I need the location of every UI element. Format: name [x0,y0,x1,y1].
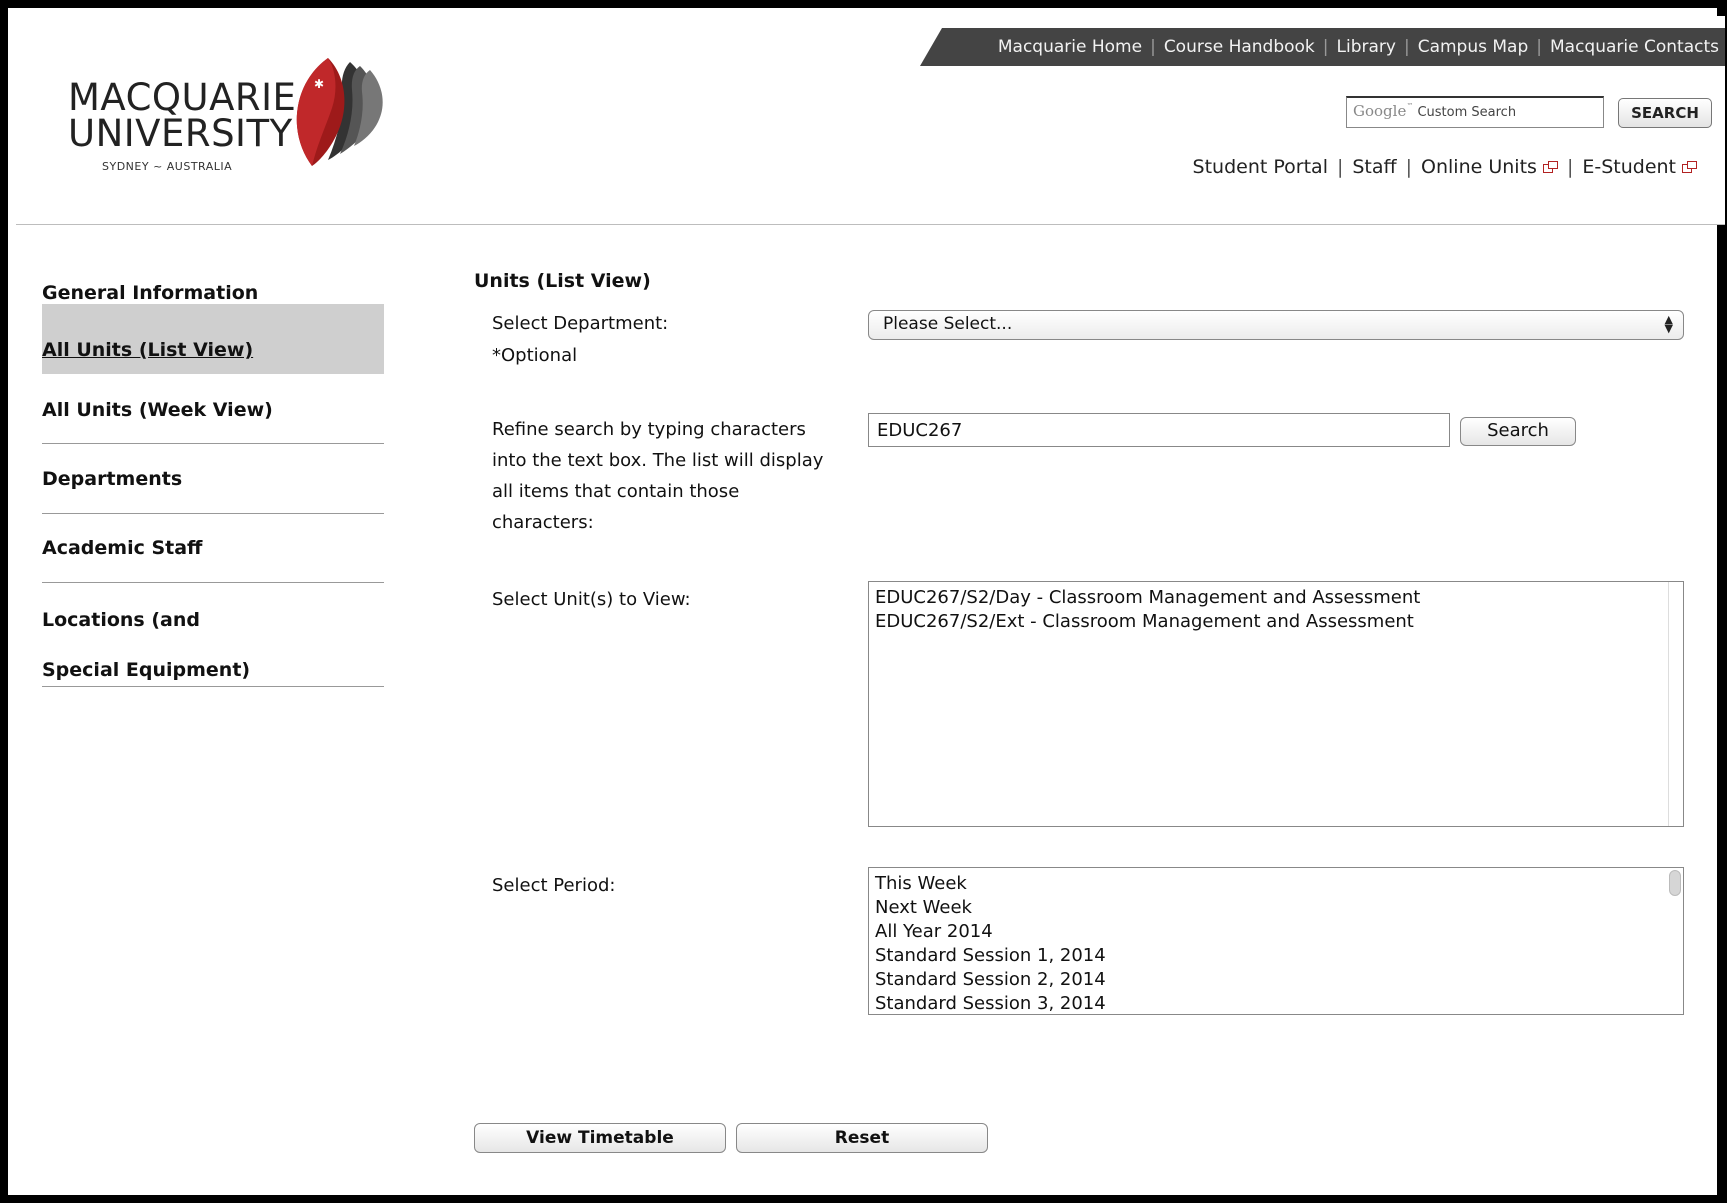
nav-separator: | [1405,156,1413,178]
nav-campus-map[interactable]: Campus Map [1418,37,1529,57]
list-item[interactable]: All Year 2014 [875,920,1677,944]
svg-text:✱: ✱ [314,77,324,91]
sidebar-item-label: General Information [42,282,259,304]
sidebar-item-label: Departments [42,468,183,490]
nav-separator: | [1336,156,1344,178]
search-button[interactable]: Search [1460,417,1576,446]
list-item[interactable]: Next Week [875,896,1677,920]
sidebar-item-academic-staff[interactable]: Academic Staff [42,514,384,583]
nav-e-student[interactable]: E-Student [1582,156,1697,178]
department-label: Select Department: [492,313,669,334]
logo-tagline: SYDNEY ~ AUSTRALIA [102,160,233,173]
sidebar-item-label: All Units (Week View) [42,399,273,421]
nav-separator: | [1322,37,1329,57]
sidebar-item-all-units-list-view[interactable]: All Units (List View) [42,304,384,374]
external-link-icon [1682,161,1697,174]
nav-separator: | [1536,37,1542,57]
list-item[interactable]: Standard Session 1, 2014 [875,944,1677,968]
period-listbox[interactable]: This Week Next Week All Year 2014 Standa… [868,867,1684,1015]
department-selected-value: Please Select... [883,314,1013,334]
university-logo[interactable]: MACQUARIE UNIVERSITY SYDNEY ~ AUSTRALIA … [54,56,414,186]
sidebar-item-all-units-week-view[interactable]: All Units (Week View) [42,374,384,444]
sidebar-item-departments[interactable]: Departments [42,444,384,514]
google-trademark: ™ [1406,102,1414,110]
nav-e-student-label: E-Student [1582,156,1676,178]
nav-online-units-label: Online Units [1421,156,1537,178]
nav-separator: | [1566,156,1574,178]
nav-student-portal[interactable]: Student Portal [1193,156,1328,178]
department-optional-note: *Optional [492,345,578,366]
site-header: MACQUARIE UNIVERSITY SYDNEY ~ AUSTRALIA … [16,16,1725,225]
view-timetable-button[interactable]: View Timetable [474,1123,726,1153]
units-select-label: Select Unit(s) to View: [492,589,691,610]
list-item[interactable]: EDUC267/S2/Ext - Classroom Management an… [875,610,1677,634]
listbox-scroll-track [1668,582,1669,826]
refine-search-input[interactable] [868,413,1450,447]
nav-separator: | [1403,37,1410,57]
period-select-label: Select Period: [492,875,616,896]
department-select[interactable]: Please Select... ▲ ▼ [868,310,1684,340]
listbox-scrollbar[interactable] [1669,870,1681,896]
sidebar-item-label: Academic Staff [42,537,203,559]
sidebar-item-label: All Units (List View) [42,339,254,361]
secondary-navigation: Student Portal | Staff | Online Units | … [1193,156,1697,178]
list-item[interactable]: Standard Session 3, 2014 [875,992,1677,1014]
sidebar-item-locations[interactable]: Locations (and Special Equipment) [42,583,384,687]
top-navigation-bar: Macquarie Home | Course Handbook | Libra… [920,28,1725,66]
list-item[interactable]: EDUC267/S2/Day - Classroom Management an… [875,586,1677,610]
logo-mark-icon: ✱ [296,58,383,166]
list-item[interactable]: Standard Session 2, 2014 [875,968,1677,992]
select-arrows-icon: ▲ ▼ [1664,313,1673,335]
google-search-input[interactable]: Google™ Custom Search [1346,96,1604,128]
nav-macquarie-contacts[interactable]: Macquarie Contacts [1550,37,1719,57]
google-search-placeholder: Custom Search [1417,105,1517,120]
sidebar-menu: General Information All Units (List View… [42,248,384,687]
nav-library[interactable]: Library [1337,37,1396,57]
page-frame: MACQUARIE UNIVERSITY SYDNEY ~ AUSTRALIA … [0,0,1727,1203]
nav-separator: | [1150,37,1156,57]
units-listbox[interactable]: EDUC267/S2/Day - Classroom Management an… [868,581,1684,827]
sidebar-item-label: Locations (and Special Equipment) [42,609,251,681]
nav-macquarie-home[interactable]: Macquarie Home [998,37,1142,57]
nav-staff[interactable]: Staff [1352,156,1396,178]
logo-line-2: UNIVERSITY [68,112,293,155]
external-link-icon [1542,161,1558,174]
list-item[interactable]: This Week [875,872,1677,896]
nav-online-units[interactable]: Online Units [1421,156,1558,178]
refine-search-instructions: Refine search by typing characters into … [492,419,824,533]
reset-button[interactable]: Reset [736,1123,988,1153]
nav-course-handbook[interactable]: Course Handbook [1164,37,1315,57]
google-brand-text: Google [1353,102,1407,120]
google-search-button[interactable]: SEARCH [1618,98,1712,128]
sidebar-item-general-information[interactable]: General Information [42,248,384,304]
page-title: Units (List View) [474,270,651,292]
